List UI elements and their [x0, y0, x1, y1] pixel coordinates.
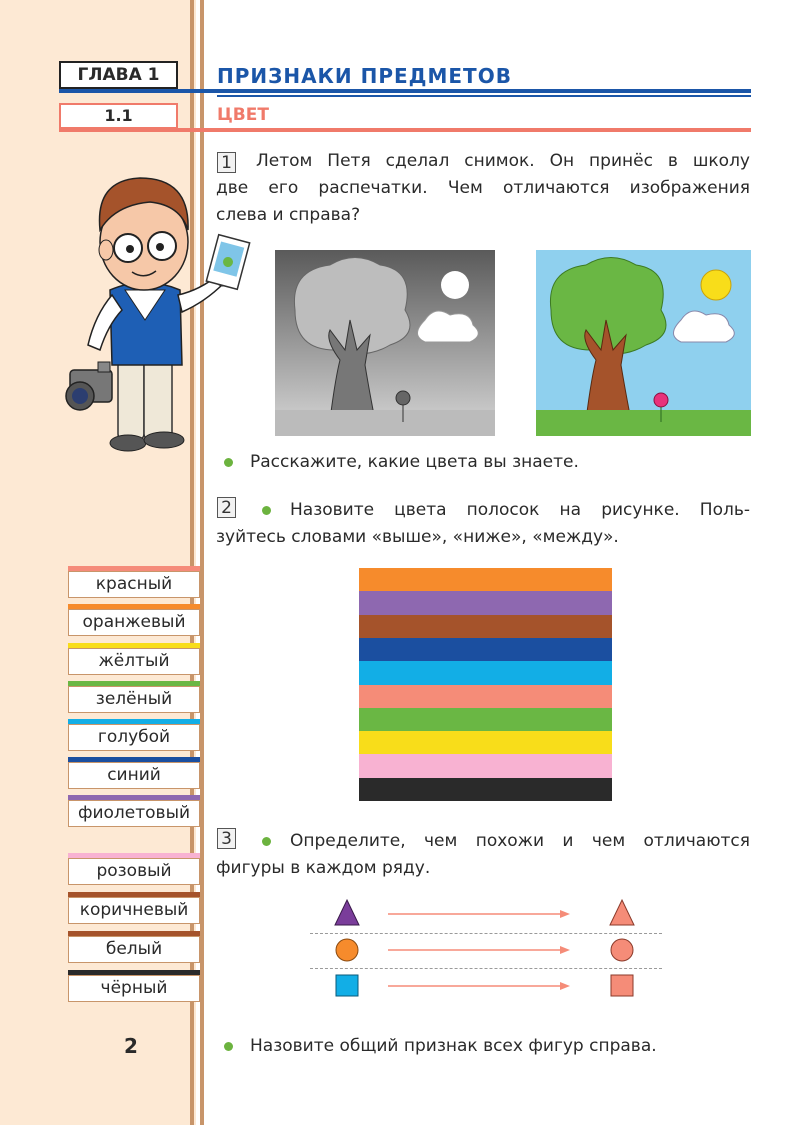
color-label: белый: [68, 936, 200, 963]
bullet-icon: [224, 458, 233, 467]
color-label: зелёный: [68, 686, 200, 713]
color-label: красный: [68, 571, 200, 598]
chapter-title: ПРИЗНАКИ ПРЕДМЕТОВ: [217, 64, 512, 88]
exercise-2-line-2: зуйтесь словами «выше», «ниже», «между».: [216, 527, 619, 547]
color-label: оранжевый: [68, 609, 200, 636]
section-rule: [59, 128, 751, 132]
color-photo: [536, 250, 751, 436]
color-stripe: [359, 637, 612, 662]
color-stripe: [359, 568, 612, 592]
color-stripe: [359, 754, 612, 778]
chapter-rule-thin: [217, 95, 751, 97]
exercise-2-number: 2: [217, 497, 236, 518]
section-title: ЦВЕТ: [217, 105, 269, 125]
exercise-1-line-3: слева и справа?: [216, 205, 361, 225]
color-label: синий: [68, 762, 200, 789]
exercise-1-line-2: две его распечатки. Чем отличаются изобр…: [216, 178, 750, 198]
color-stripe: [359, 614, 612, 639]
color-label: голубой: [68, 724, 200, 751]
exercise-3-number: 3: [217, 828, 236, 849]
exercise-3-line-2: фигуры в каждом ряду.: [216, 858, 431, 878]
exercise-1-question: Расскажите, какие цвета вы знаете.: [250, 452, 579, 472]
chapter-rule: [59, 89, 751, 93]
color-label: чёрный: [68, 975, 200, 1002]
exercise-1-line-1: Летом Петя сделал снимок. Он принёс в шк…: [256, 151, 750, 171]
color-label: розовый: [68, 858, 200, 885]
section-number: 1.1: [59, 103, 178, 129]
color-stripe: [359, 707, 612, 732]
page-number: 2: [124, 1034, 138, 1058]
exercise-3-line-1: Определите, чем похожи и чем отличаются: [290, 831, 750, 851]
color-label: коричневый: [68, 897, 200, 924]
color-stripe: [359, 777, 612, 802]
color-label: жёлтый: [68, 648, 200, 675]
bullet-icon: [262, 837, 271, 846]
grayscale-photo: [275, 250, 495, 436]
chapter-label: ГЛАВА 1: [59, 61, 178, 89]
color-stripe: [359, 684, 612, 708]
bullet-icon: [262, 506, 271, 515]
bullet-icon: [224, 1042, 233, 1051]
color-stripe: [359, 661, 612, 685]
color-stripe: [359, 731, 612, 755]
color-label: фиолетовый: [68, 800, 200, 827]
shape-rows: [330, 898, 650, 998]
exercise-2-line-1: Назовите цвета полосок на рисунке. Поль-: [290, 500, 750, 520]
color-stripe: [359, 591, 612, 615]
exercise-3-question: Назовите общий признак всех фигур справа…: [250, 1036, 657, 1056]
